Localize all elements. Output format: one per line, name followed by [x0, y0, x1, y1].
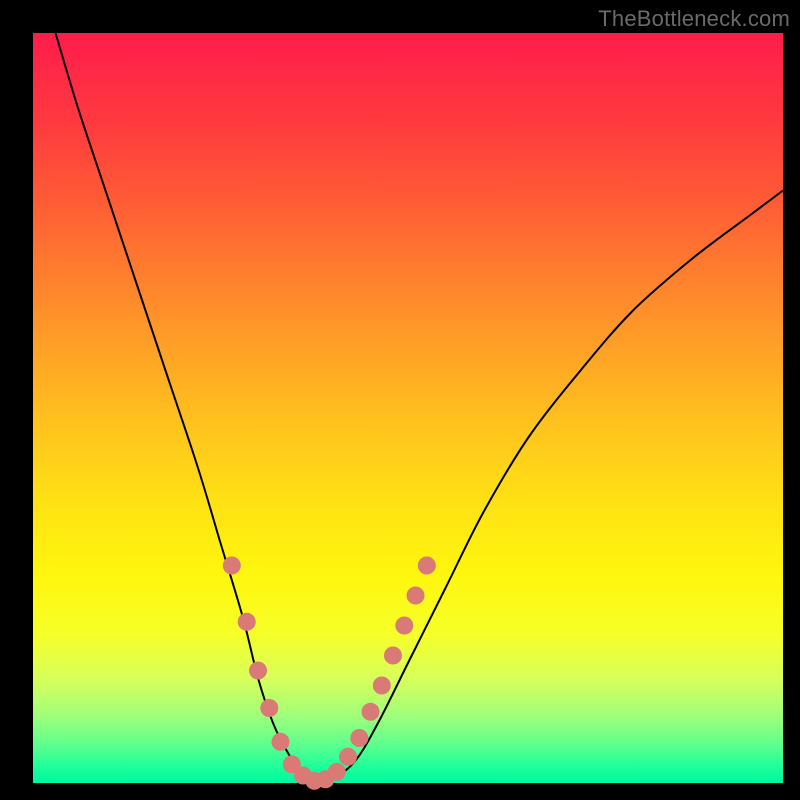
- marker-dot: [350, 729, 368, 747]
- marker-dot: [407, 587, 425, 605]
- marker-dot: [328, 763, 346, 781]
- chart-frame: TheBottleneck.com: [0, 0, 800, 800]
- marker-dot: [395, 617, 413, 635]
- marker-dot: [339, 748, 357, 766]
- marker-dot: [223, 557, 241, 575]
- marker-dot: [249, 662, 267, 680]
- curve-path: [56, 33, 784, 783]
- watermark-text: TheBottleneck.com: [598, 6, 790, 32]
- marker-dot: [260, 699, 278, 717]
- marker-dot: [373, 677, 391, 695]
- bottleneck-curve: [56, 33, 784, 783]
- curve-layer: [33, 33, 783, 783]
- marker-dot: [384, 647, 402, 665]
- marker-dot: [418, 557, 436, 575]
- marker-dot: [362, 703, 380, 721]
- marker-dot: [272, 733, 290, 751]
- marker-dot: [238, 613, 256, 631]
